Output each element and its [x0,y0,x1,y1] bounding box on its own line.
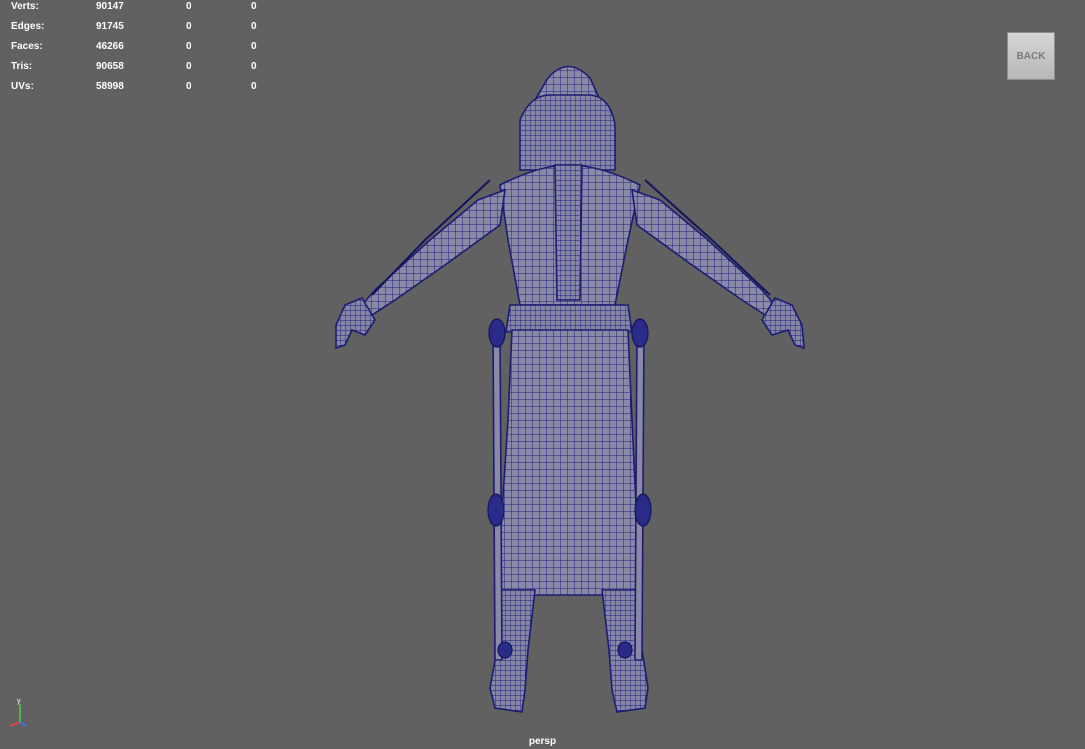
mesh-right-arm [631,188,777,317]
camera-name-label: persp [528,736,557,747]
mesh-hood [519,94,616,171]
mesh-belt [505,304,633,333]
mesh-spine [554,164,583,301]
mesh-coat [496,329,641,596]
axis-indicator: y [9,698,27,727]
z-axis-line [19,721,27,727]
mesh-right-knee-joint [634,493,652,527]
y-axis-label: y [17,698,21,705]
mesh-right-hip-joint [631,318,649,348]
mesh-right-ankle-joint [617,641,633,659]
x-axis-line [9,721,21,727]
mesh-left-arm [360,188,506,317]
mesh-left-ankle-joint [497,641,513,659]
mesh-left-hip-joint [488,318,506,348]
character-wireframe-mesh[interactable] [0,0,1085,749]
mesh-left-knee-joint [487,493,505,527]
